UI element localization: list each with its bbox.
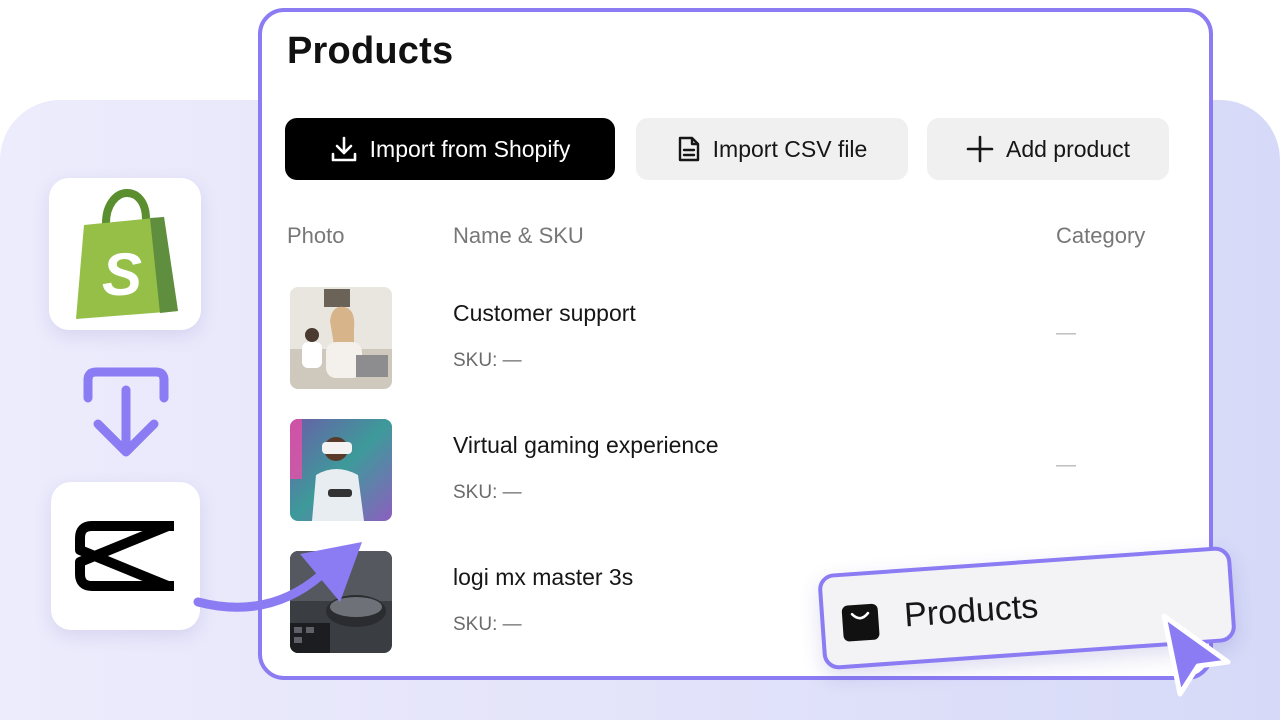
product-photo [290, 419, 392, 521]
download-icon [331, 136, 356, 162]
shopify-logo-icon: S [76, 188, 178, 319]
import-csv-label: Import CSV file [712, 135, 868, 162]
add-product-label: Add product [1005, 135, 1131, 162]
product-name: Customer support [453, 300, 636, 326]
import-from-shopify-button[interactable]: Import from Shopify [285, 118, 615, 180]
product-name: Virtual gaming experience [453, 432, 719, 458]
arrow-down-icon [83, 367, 169, 457]
product-name: logi mx master 3s [453, 564, 634, 590]
import-from-shopify-label: Import from Shopify [369, 135, 571, 162]
product-sku: SKU: — [453, 614, 522, 635]
column-header-category: Category [1056, 223, 1146, 248]
product-category: — [1056, 454, 1076, 476]
table-row[interactable]: Customer support SKU: — — [262, 287, 1209, 419]
document-icon [678, 136, 699, 162]
product-sku: SKU: — [453, 350, 522, 371]
capcut-app-tile [51, 482, 200, 630]
svg-text:S: S [102, 241, 142, 308]
add-product-button[interactable]: Add product [927, 118, 1169, 180]
plus-icon [966, 135, 994, 163]
shopify-app-tile: S [49, 178, 201, 330]
import-csv-button[interactable]: Import CSV file [636, 118, 908, 180]
shopping-bag-icon [841, 603, 880, 642]
cursor-pointer-icon [1161, 613, 1231, 697]
product-photo [290, 287, 392, 389]
flow-arrow-icon [193, 542, 362, 612]
capcut-logo-icon [74, 521, 174, 591]
table-row[interactable]: Virtual gaming experience SKU: — — [262, 419, 1209, 551]
product-category: — [1056, 322, 1076, 344]
column-header-name-sku: Name & SKU [453, 223, 584, 248]
product-sku: SKU: — [453, 482, 522, 503]
products-tab-label: Products [902, 587, 1040, 635]
page-title: Products [287, 30, 454, 72]
column-header-photo: Photo [287, 223, 345, 248]
